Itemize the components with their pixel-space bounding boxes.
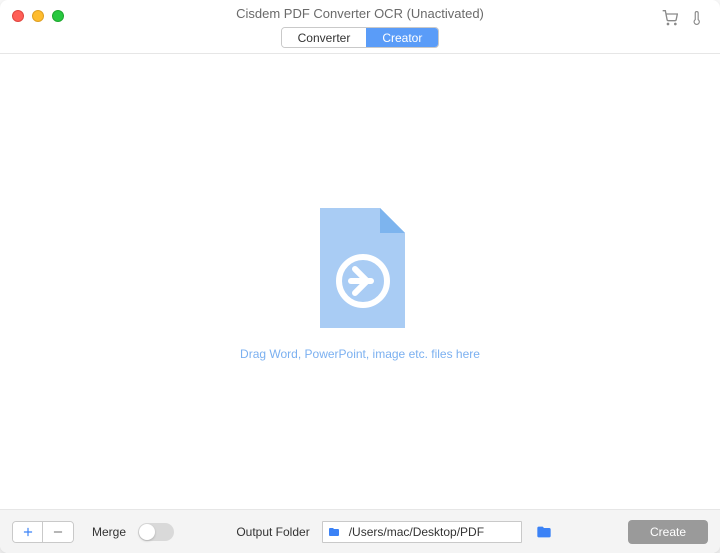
app-window: Cisdem PDF Converter OCR (Unactivated) C… [0,0,720,553]
tab-creator[interactable]: Creator [366,28,438,47]
output-path-text: /Users/mac/Desktop/PDF [345,525,521,539]
titlebar: Cisdem PDF Converter OCR (Unactivated) C… [0,0,720,54]
mode-tabs: Converter Creator [281,27,440,48]
bottom-toolbar: Merge Output Folder /Users/mac/Desktop/P… [0,509,720,553]
minimize-window-button[interactable] [32,10,44,22]
titlebar-actions [662,10,706,26]
window-title: Cisdem PDF Converter OCR (Unactivated) [236,6,484,21]
toggle-knob [139,524,155,540]
output-path-field[interactable]: /Users/mac/Desktop/PDF [322,521,522,543]
create-button[interactable]: Create [628,520,708,544]
drop-zone[interactable]: Drag Word, PowerPoint, image etc. files … [0,54,720,509]
remove-file-button[interactable] [43,522,73,542]
merge-label: Merge [92,525,126,539]
browse-folder-button[interactable] [534,522,554,542]
cart-icon[interactable] [662,10,678,26]
folder-mini-icon [323,526,345,538]
tab-converter[interactable]: Converter [282,28,367,47]
output-folder-label: Output Folder [236,525,309,539]
maximize-window-button[interactable] [52,10,64,22]
merge-toggle[interactable] [138,523,174,541]
drop-hint-text: Drag Word, PowerPoint, image etc. files … [240,347,480,361]
window-controls [12,10,64,22]
thermometer-icon[interactable] [690,10,706,26]
close-window-button[interactable] [12,10,24,22]
add-file-button[interactable] [13,522,43,542]
file-arrow-icon [305,203,415,333]
add-remove-group [12,521,74,543]
